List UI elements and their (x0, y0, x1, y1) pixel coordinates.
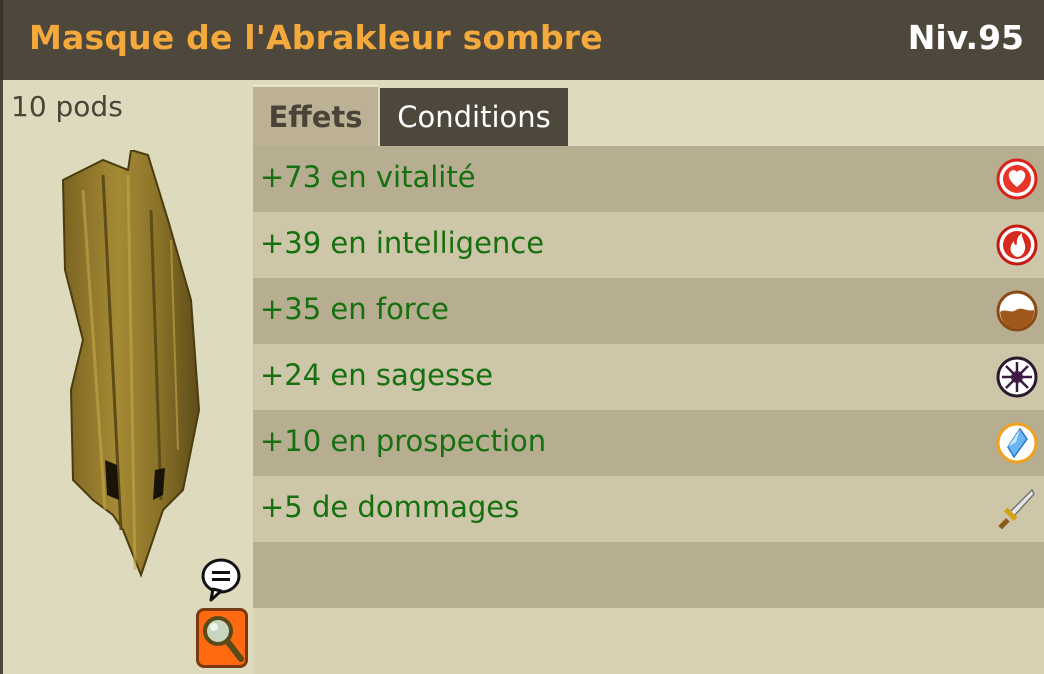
inspect-button[interactable] (196, 608, 248, 668)
item-weight: 10 pods (11, 90, 123, 123)
magnifier-icon (203, 616, 244, 662)
tab-effets[interactable]: Effets (253, 84, 378, 146)
mask-item-image (61, 150, 201, 578)
effect-row: +73 en vitalité (253, 146, 1044, 212)
item-name: Masque de l'Abrakleur sombre (29, 18, 603, 57)
chat-bubble-icon[interactable] (199, 556, 243, 604)
effect-text: +10 en prospection (260, 424, 547, 458)
effect-row: +10 en prospection (253, 410, 1044, 476)
effect-text: +35 en force (260, 292, 449, 326)
earth-icon (996, 290, 1038, 332)
item-level: Niv.95 (907, 18, 1024, 57)
effect-row: +35 en force (253, 278, 1044, 344)
effects-footer (253, 608, 1044, 674)
effect-text: +5 de dommages (260, 490, 520, 524)
item-preview-panel: 10 pods (0, 80, 253, 674)
tooltip-header: Masque de l'Abrakleur sombre Niv.95 (0, 0, 1044, 80)
wisdom-icon (996, 356, 1038, 398)
effect-row-empty (253, 542, 1044, 608)
crystal-icon (996, 422, 1038, 464)
effects-list: +73 en vitalité +39 en intelligence +35 … (253, 146, 1044, 608)
effect-text: +39 en intelligence (260, 226, 545, 260)
tab-bar: Effets Conditions (253, 80, 1044, 146)
sword-icon (998, 488, 1035, 530)
effect-row: +5 de dommages (253, 476, 1044, 542)
effect-text: +73 en vitalité (260, 160, 476, 194)
effect-row: +39 en intelligence (253, 212, 1044, 278)
tab-conditions[interactable]: Conditions (380, 88, 568, 146)
effect-row: +24 en sagesse (253, 344, 1044, 410)
heart-icon (996, 158, 1038, 200)
fire-icon (996, 224, 1038, 266)
effect-text: +24 en sagesse (260, 358, 494, 392)
